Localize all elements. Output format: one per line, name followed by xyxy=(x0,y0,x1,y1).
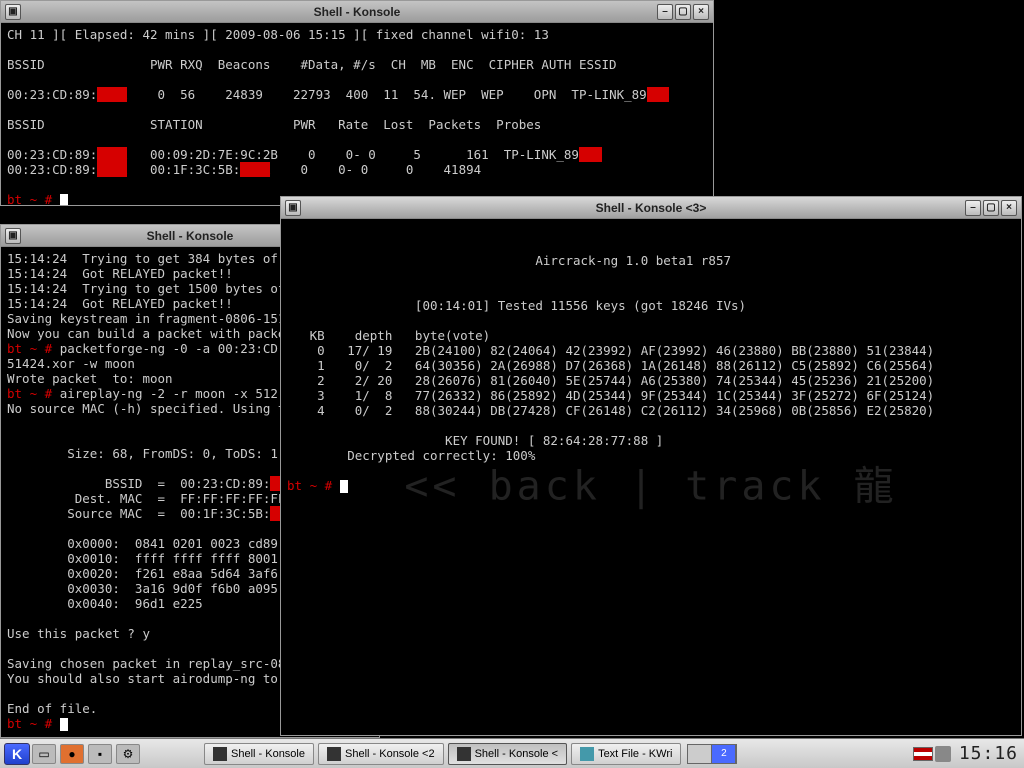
terminal-icon[interactable]: ▪ xyxy=(88,744,112,764)
konsole-icon xyxy=(457,747,471,761)
cursor xyxy=(60,194,68,205)
titlebar[interactable]: ▣ Shell - Konsole <3> – ▢ × xyxy=(281,197,1021,219)
window-aircrack[interactable]: ▣ Shell - Konsole <3> – ▢ × << back | tr… xyxy=(280,196,1022,736)
kwrite-icon xyxy=(580,747,594,761)
show-desktop-icon[interactable]: ▭ xyxy=(32,744,56,764)
sysmenu-icon[interactable]: ▣ xyxy=(5,228,21,244)
firefox-icon[interactable]: ● xyxy=(60,744,84,764)
maximize-button[interactable]: ▢ xyxy=(675,4,691,20)
clock[interactable]: 15:16 xyxy=(959,743,1018,764)
task-kwrite[interactable]: Text File - KWri xyxy=(571,743,681,765)
minimize-button[interactable]: – xyxy=(657,4,673,20)
window-title: Shell - Konsole xyxy=(314,5,401,19)
sysmenu-icon[interactable]: ▣ xyxy=(285,200,301,216)
maximize-button[interactable]: ▢ xyxy=(983,200,999,216)
desktop-pager[interactable]: 2 xyxy=(687,744,737,764)
window-title: Shell - Konsole <3> xyxy=(596,201,707,215)
konsole-icon xyxy=(327,747,341,761)
task-shell-1[interactable]: Shell - Konsole xyxy=(204,743,314,765)
pager-2[interactable]: 2 xyxy=(712,745,736,763)
system-tray: 15:16 xyxy=(913,743,1018,764)
sysmenu-icon[interactable]: ▣ xyxy=(5,4,21,20)
backtrack-logo: << back | track 龍 xyxy=(404,480,897,495)
prompt: bt ~ # xyxy=(7,716,60,731)
konsole-icon xyxy=(213,747,227,761)
prompt: bt ~ # xyxy=(7,192,60,205)
keyboard-layout-icon[interactable] xyxy=(913,747,933,761)
cursor xyxy=(340,480,348,493)
window-title: Shell - Konsole xyxy=(147,229,234,243)
window-airodump[interactable]: ▣ Shell - Konsole – ▢ × CH 11 ][ Elapsed… xyxy=(0,0,714,206)
minimize-button[interactable]: – xyxy=(965,200,981,216)
titlebar[interactable]: ▣ Shell - Konsole – ▢ × xyxy=(1,1,713,23)
terminal-output: << back | track 龍 Aircrack-ng 1.0 beta1 … xyxy=(281,219,1021,735)
prompt: bt ~ # xyxy=(287,478,340,493)
taskbar[interactable]: K ▭ ● ▪ ⚙ Shell - Konsole Shell - Konsol… xyxy=(0,738,1024,768)
network-icon[interactable]: ⚙ xyxy=(116,744,140,764)
cursor xyxy=(60,718,68,731)
pager-1[interactable] xyxy=(688,745,712,763)
tray-icon[interactable] xyxy=(935,746,951,762)
close-button[interactable]: × xyxy=(693,4,709,20)
terminal-output: CH 11 ][ Elapsed: 42 mins ][ 2009-08-06 … xyxy=(1,23,713,205)
kmenu-button[interactable]: K xyxy=(4,743,30,765)
close-button[interactable]: × xyxy=(1001,200,1017,216)
task-shell-3[interactable]: Shell - Konsole < xyxy=(448,743,567,765)
task-shell-2[interactable]: Shell - Konsole <2 xyxy=(318,743,444,765)
